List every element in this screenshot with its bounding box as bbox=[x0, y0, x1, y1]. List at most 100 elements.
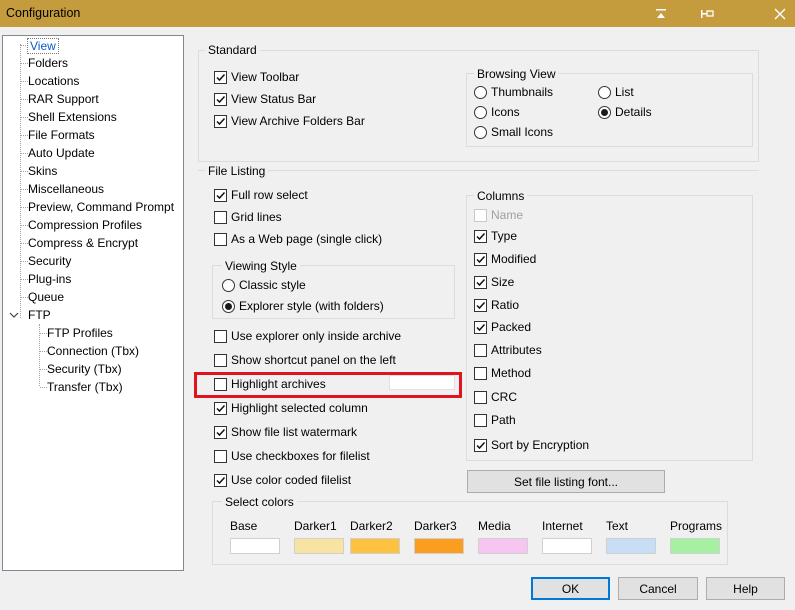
view-status-bar-option[interactable]: View Status Bar bbox=[214, 91, 316, 107]
icons-radio[interactable] bbox=[474, 105, 487, 119]
explorer-style-radio[interactable] bbox=[222, 299, 235, 313]
swatch-label-darker3: Darker3 bbox=[414, 519, 457, 533]
grid-lines-option[interactable]: Grid lines bbox=[214, 209, 282, 225]
column-type-checkbox[interactable] bbox=[474, 229, 487, 243]
column-method-checkbox[interactable] bbox=[474, 366, 487, 380]
swatch-label-darker1: Darker1 bbox=[294, 519, 337, 533]
pin-icon[interactable] bbox=[687, 0, 727, 27]
sort-by-encryption-option[interactable]: Sort by Encryption bbox=[474, 437, 589, 453]
swatch-darker2[interactable] bbox=[350, 538, 400, 554]
view-archive-folders-bar-option[interactable]: View Archive Folders Bar bbox=[214, 113, 365, 129]
checkboxes-filelist-option[interactable]: Use checkboxes for filelist bbox=[214, 448, 370, 464]
highlight-selected-column-option[interactable]: Highlight selected column bbox=[214, 400, 368, 416]
column-packed-checkbox[interactable] bbox=[474, 320, 487, 334]
small-icons-option[interactable]: Small Icons bbox=[474, 124, 553, 140]
help-button[interactable]: Help bbox=[706, 577, 785, 600]
shortcut-panel-option[interactable]: Show shortcut panel on the left bbox=[214, 352, 396, 368]
column-ratio-checkbox[interactable] bbox=[474, 298, 487, 312]
column-size-checkbox[interactable] bbox=[474, 275, 487, 289]
column-path-checkbox[interactable] bbox=[474, 413, 487, 427]
set-font-button[interactable]: Set file listing font... bbox=[467, 470, 665, 493]
column-modified-option[interactable]: Modified bbox=[474, 251, 536, 267]
column-size-option[interactable]: Size bbox=[474, 274, 514, 290]
swatch-programs[interactable] bbox=[670, 538, 720, 554]
tree-item-miscellaneous[interactable]: Miscellaneous bbox=[28, 181, 104, 197]
column-crc-option[interactable]: CRC bbox=[474, 389, 517, 405]
small-icons-radio[interactable] bbox=[474, 125, 487, 139]
tree-item-compression-profiles[interactable]: Compression Profiles bbox=[28, 217, 142, 233]
ok-button[interactable]: OK bbox=[531, 577, 610, 600]
full-row-select-checkbox[interactable] bbox=[214, 188, 227, 202]
swatch-darker3[interactable] bbox=[414, 538, 464, 554]
cancel-button[interactable]: Cancel bbox=[618, 577, 698, 600]
column-attributes-checkbox[interactable] bbox=[474, 343, 487, 357]
web-page-option[interactable]: As a Web page (single click) bbox=[214, 231, 382, 247]
column-type-option[interactable]: Type bbox=[474, 228, 517, 244]
swatch-darker1[interactable] bbox=[294, 538, 344, 554]
view-archive-folders-bar-checkbox[interactable] bbox=[214, 114, 227, 128]
column-path-option[interactable]: Path bbox=[474, 412, 516, 428]
column-ratio-option[interactable]: Ratio bbox=[474, 297, 519, 313]
view-status-bar-checkbox[interactable] bbox=[214, 92, 227, 106]
swatch-label-base: Base bbox=[230, 519, 258, 533]
tree-item-transfer-tbx[interactable]: Transfer (Tbx) bbox=[47, 379, 123, 395]
move-up-icon[interactable] bbox=[641, 0, 681, 27]
icons-option[interactable]: Icons bbox=[474, 104, 520, 120]
tree-item-file-formats[interactable]: File Formats bbox=[28, 127, 95, 143]
explorer-style-option[interactable]: Explorer style (with folders) bbox=[222, 298, 384, 314]
grid-lines-checkbox[interactable] bbox=[214, 210, 227, 224]
tree-item-plug-ins[interactable]: Plug-ins bbox=[28, 271, 71, 287]
select-colors-title: Select colors bbox=[222, 495, 297, 509]
checkboxes-filelist-checkbox[interactable] bbox=[214, 449, 227, 463]
title-bar[interactable]: Configuration bbox=[0, 0, 795, 27]
color-coded-filelist-checkbox[interactable] bbox=[214, 473, 227, 487]
swatch-text[interactable] bbox=[606, 538, 656, 554]
details-radio[interactable] bbox=[598, 105, 611, 119]
swatch-internet[interactable] bbox=[542, 538, 592, 554]
tree-item-ftp[interactable]: FTP bbox=[28, 307, 51, 323]
thumbnails-option[interactable]: Thumbnails bbox=[474, 84, 553, 100]
column-attributes-option[interactable]: Attributes bbox=[474, 342, 542, 358]
tree-item-skins[interactable]: Skins bbox=[28, 163, 57, 179]
sort-by-encryption-checkbox[interactable] bbox=[474, 438, 487, 452]
tree-item-security[interactable]: Security bbox=[28, 253, 71, 269]
view-toolbar-checkbox[interactable] bbox=[214, 70, 227, 84]
column-modified-checkbox[interactable] bbox=[474, 252, 487, 266]
list-radio[interactable] bbox=[598, 85, 611, 99]
explorer-inside-archive-option[interactable]: Use explorer only inside archive bbox=[214, 328, 401, 344]
tree-item-locations[interactable]: Locations bbox=[28, 73, 79, 89]
list-option[interactable]: List bbox=[598, 84, 634, 100]
swatch-media[interactable] bbox=[478, 538, 528, 554]
explorer-inside-archive-checkbox[interactable] bbox=[214, 329, 227, 343]
classic-style-radio[interactable] bbox=[222, 278, 235, 292]
chevron-down-icon[interactable] bbox=[9, 307, 19, 327]
tree-item-preview-command-prompt[interactable]: Preview, Command Prompt bbox=[28, 199, 174, 215]
settings-tree[interactable]: View Folders Locations RAR Support Shell… bbox=[2, 35, 184, 571]
view-toolbar-option[interactable]: View Toolbar bbox=[214, 69, 299, 85]
column-crc-checkbox[interactable] bbox=[474, 390, 487, 404]
tree-item-compress-encrypt[interactable]: Compress & Encrypt bbox=[28, 235, 138, 251]
tree-item-folders[interactable]: Folders bbox=[28, 55, 68, 71]
file-list-watermark-checkbox[interactable] bbox=[214, 425, 227, 439]
file-list-watermark-option[interactable]: Show file list watermark bbox=[214, 424, 357, 440]
tree-item-auto-update[interactable]: Auto Update bbox=[28, 145, 95, 161]
full-row-select-option[interactable]: Full row select bbox=[214, 187, 308, 203]
shortcut-panel-checkbox[interactable] bbox=[214, 353, 227, 367]
web-page-checkbox[interactable] bbox=[214, 232, 227, 246]
tree-item-view[interactable]: View bbox=[27, 38, 59, 54]
color-coded-filelist-option[interactable]: Use color coded filelist bbox=[214, 472, 351, 488]
tree-item-shell-extensions[interactable]: Shell Extensions bbox=[28, 109, 117, 125]
details-option[interactable]: Details bbox=[598, 104, 652, 120]
thumbnails-radio[interactable] bbox=[474, 85, 487, 99]
tree-item-security-tbx[interactable]: Security (Tbx) bbox=[47, 361, 122, 377]
tree-item-rar-support[interactable]: RAR Support bbox=[28, 91, 99, 107]
classic-style-option[interactable]: Classic style bbox=[222, 277, 306, 293]
tree-item-queue[interactable]: Queue bbox=[28, 289, 64, 305]
swatch-base[interactable] bbox=[230, 538, 280, 554]
column-packed-option[interactable]: Packed bbox=[474, 319, 531, 335]
column-method-option[interactable]: Method bbox=[474, 365, 531, 381]
tree-item-ftp-profiles[interactable]: FTP Profiles bbox=[47, 325, 113, 341]
tree-item-connection-tbx[interactable]: Connection (Tbx) bbox=[47, 343, 139, 359]
close-icon[interactable] bbox=[760, 0, 795, 27]
highlight-selected-column-checkbox[interactable] bbox=[214, 401, 227, 415]
